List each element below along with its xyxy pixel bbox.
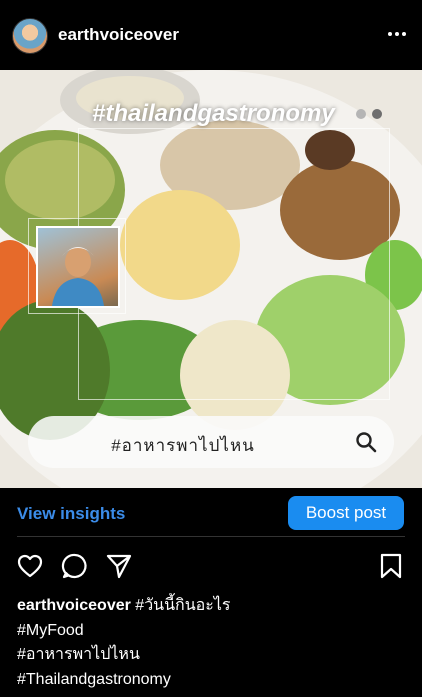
share-icon[interactable] bbox=[105, 552, 133, 580]
post-username[interactable]: earthvoiceover bbox=[58, 25, 179, 45]
view-insights-link[interactable]: View insights bbox=[17, 504, 125, 524]
avatar[interactable] bbox=[12, 18, 48, 54]
comment-icon[interactable] bbox=[61, 552, 89, 580]
caption-hashtag[interactable]: #อาหารพาไปไหน bbox=[17, 643, 407, 668]
post-actions bbox=[0, 548, 422, 584]
bookmark-icon[interactable] bbox=[377, 552, 405, 580]
inset-selfie-photo bbox=[36, 226, 120, 308]
insights-bar: View insights Boost post bbox=[0, 488, 422, 536]
caption-hashtag[interactable]: #Thailandgastronomy bbox=[17, 668, 407, 693]
search-sticker[interactable]: #อาหารพาไปไหน bbox=[28, 416, 394, 468]
caption-username[interactable]: earthvoiceover bbox=[17, 597, 131, 614]
more-horizontal-icon[interactable] bbox=[386, 24, 408, 44]
heart-icon[interactable] bbox=[16, 552, 44, 580]
caption-line-1: earthvoiceover #วันนี้กินอะไร bbox=[17, 594, 407, 619]
post-header: earthvoiceover bbox=[0, 0, 422, 70]
post-caption: earthvoiceover #วันนี้กินอะไร #MyFood #อ… bbox=[17, 594, 407, 692]
caption-hashtag[interactable]: #วันนี้กินอะไร bbox=[135, 597, 230, 614]
divider bbox=[17, 536, 405, 537]
caption-hashtag[interactable]: #MyFood bbox=[17, 619, 407, 644]
search-icon bbox=[356, 432, 377, 453]
post-photo[interactable]: #thailandgastronomy #อาหารพาไปไหน bbox=[0, 70, 422, 488]
overlay-hashtag: #thailandgastronomy bbox=[92, 100, 335, 127]
boost-post-button[interactable]: Boost post bbox=[288, 496, 404, 530]
search-sticker-text: #อาหารพาไปไหน bbox=[111, 436, 255, 455]
pagination-dots-icon bbox=[356, 109, 382, 119]
